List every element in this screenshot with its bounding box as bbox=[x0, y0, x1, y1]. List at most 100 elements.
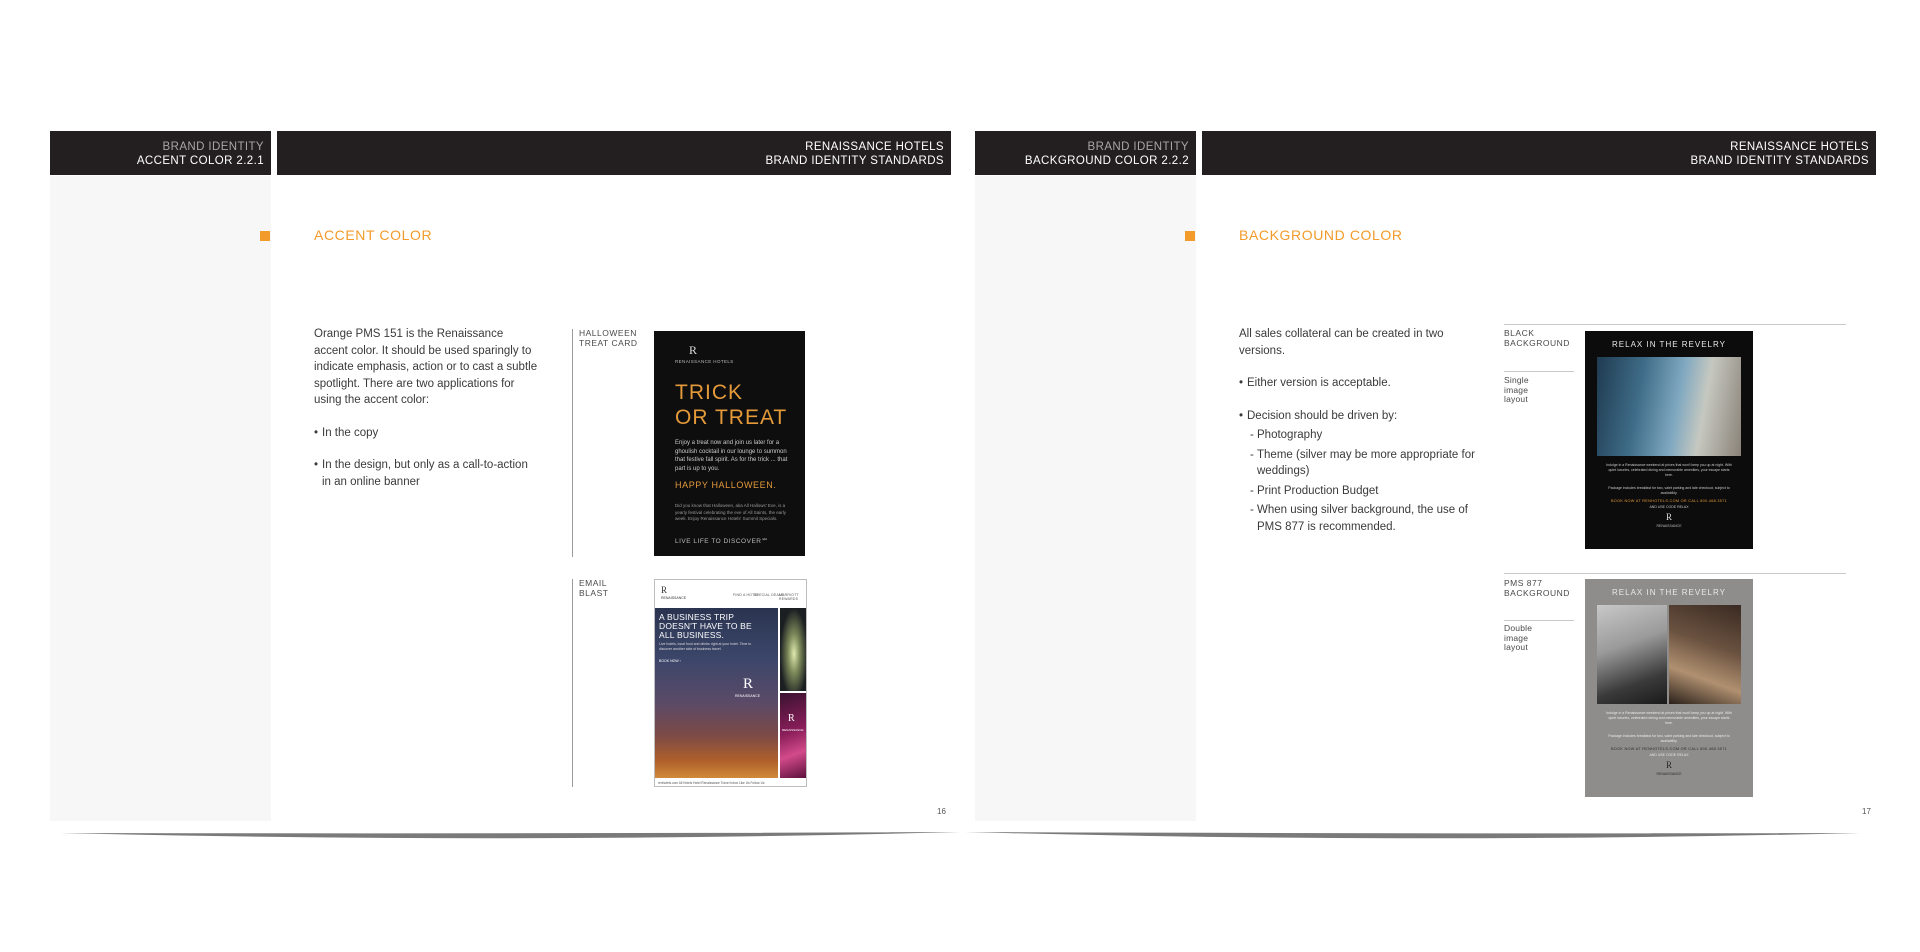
figure-sub-rule bbox=[1504, 620, 1574, 621]
ad-title: RELAX IN THE REVELRY bbox=[1612, 340, 1726, 349]
section-marker-square bbox=[260, 231, 270, 241]
card-title: TRICK OR TREAT bbox=[675, 380, 805, 430]
dash-icon: - bbox=[1250, 484, 1254, 497]
ad-title: RELAX IN THE REVELRY bbox=[1612, 588, 1726, 597]
black-background-ad-image: RELAX IN THE REVELRY Indulge in a Renais… bbox=[1585, 331, 1753, 549]
ad-photo-left bbox=[1597, 605, 1667, 704]
email-header: R RENAISSANCE FIND A HOTEL SPECIAL DEALS… bbox=[655, 580, 806, 608]
page-number: 17 bbox=[1862, 807, 1871, 816]
document-title: BRAND IDENTITY STANDARDS bbox=[765, 155, 944, 167]
sub-list-item: - Photography bbox=[1239, 427, 1479, 444]
left-page-shadow bbox=[60, 832, 960, 839]
ad-booking-line: BOOK NOW AT RENHOTELS.COM OR CALL 800.46… bbox=[1610, 499, 1728, 503]
figure-label-email: EMAIL BLAST bbox=[579, 578, 609, 598]
figure-divider bbox=[572, 579, 573, 787]
sub-list-item-text: When using silver background, the use of… bbox=[1257, 504, 1468, 533]
left-page-section-header: BRAND IDENTITY ACCENT COLOR 2.2.1 bbox=[50, 131, 271, 175]
figure-sublabel-line: layout bbox=[1504, 642, 1528, 652]
figure-label-line: BLAST bbox=[579, 587, 609, 598]
ad-single-photo bbox=[1597, 357, 1741, 456]
email-footer: renhotels.com All Hotels Hotel Renaissan… bbox=[658, 781, 765, 785]
right-page-section-header: BRAND IDENTITY BACKGROUND COLOR 2.2.2 bbox=[975, 131, 1196, 175]
ad-logo-subtitle: RENAISSANCE bbox=[1656, 524, 1682, 528]
logo-subtitle: RENAISSANCE HOTELS bbox=[675, 359, 734, 364]
document-title: BRAND IDENTITY STANDARDS bbox=[1690, 155, 1869, 167]
bullet-icon: • bbox=[314, 459, 319, 471]
card-tagline: LIVE LIFE TO DISCOVER℠ bbox=[675, 538, 769, 545]
dash-icon: - bbox=[1250, 448, 1254, 461]
section-label: BRAND IDENTITY bbox=[1087, 141, 1189, 153]
page-number: 16 bbox=[937, 807, 946, 816]
accent-color-description: Orange PMS 151 is the Renaissance accent… bbox=[314, 326, 539, 490]
bullet-icon: • bbox=[1239, 377, 1244, 389]
card-fine-print: Did you know that Halloween, aka All Hal… bbox=[675, 503, 787, 521]
ad-booking-line: BOOK NOW AT RENHOTELS.COM OR CALL 800.46… bbox=[1610, 747, 1728, 751]
figure-sublabel-double: Double image layout bbox=[1504, 623, 1532, 653]
pms877-background-ad-image: RELAX IN THE REVELRY Indulge in a Renais… bbox=[1585, 579, 1753, 797]
martini-photo bbox=[780, 608, 806, 691]
section-marker-square bbox=[1185, 231, 1195, 241]
figure-label-halloween: HALLOWEEN TREAT CARD bbox=[579, 328, 638, 348]
list-item-text: In the design, but only as a call-to-act… bbox=[322, 459, 528, 488]
intro-paragraph: All sales collateral can be created in t… bbox=[1239, 328, 1444, 357]
figure-divider bbox=[572, 329, 573, 557]
renaissance-logo: R bbox=[675, 343, 805, 358]
figure-sub-rule bbox=[1504, 371, 1574, 372]
list-item: • Either version is acceptable. bbox=[1239, 375, 1479, 392]
ad-body-copy-2: Package includes breakfast for two, vale… bbox=[1608, 486, 1730, 495]
section-number: ACCENT COLOR 2.2.1 bbox=[136, 155, 264, 167]
ad-logo-mark: R bbox=[1665, 760, 1672, 770]
figure-sublabel-line: layout bbox=[1504, 394, 1528, 404]
section-title: BACKGROUND COLOR bbox=[1239, 227, 1403, 243]
list-item-text: Either version is acceptable. bbox=[1247, 377, 1391, 389]
list-item: • In the copy bbox=[314, 425, 539, 442]
card-greeting: HAPPY HALLOWEEN. bbox=[675, 480, 777, 490]
right-page-title-header: RENAISSANCE HOTELS BRAND IDENTITY STANDA… bbox=[1202, 131, 1876, 175]
brand-name: RENAISSANCE HOTELS bbox=[1730, 141, 1869, 153]
email-subtext: Live hotels, local food and drinks right… bbox=[659, 642, 752, 651]
email-cta-button: BOOK NOW › bbox=[659, 659, 681, 663]
ad-body-copy: Indulge in a Renaissance weekend at pric… bbox=[1606, 463, 1732, 477]
email-blast-image: R RENAISSANCE FIND A HOTEL SPECIAL DEALS… bbox=[654, 579, 807, 787]
ad-body-copy: Indulge in a Renaissance weekend at pric… bbox=[1606, 711, 1732, 725]
list-item-text: Decision should be driven by: bbox=[1247, 409, 1398, 422]
right-sidebar-column bbox=[975, 176, 1196, 821]
halloween-treat-card-image: R RENAISSANCE HOTELS TRICK OR TREAT Enjo… bbox=[654, 331, 805, 556]
figure-sublabel-single: Single image layout bbox=[1504, 375, 1529, 405]
intro-paragraph: Orange PMS 151 is the Renaissance accent… bbox=[314, 328, 538, 406]
page-shadow bbox=[60, 832, 1860, 839]
hero-logo-subtitle: RENAISSANCE bbox=[735, 694, 761, 698]
figure-top-rule bbox=[1504, 573, 1846, 574]
title-line: OR TREAT bbox=[675, 406, 788, 429]
sub-list-item: - Print Production Budget bbox=[1239, 483, 1479, 500]
figure-top-rule bbox=[1504, 324, 1846, 325]
figure-label-black-background: BLACK BACKGROUND bbox=[1504, 328, 1570, 348]
ad-booking-code: AND USE CODE RELAX bbox=[1649, 753, 1689, 757]
logo-subtitle: RENAISSANCE bbox=[661, 596, 687, 600]
headline-line: ALL BUSINESS. bbox=[659, 630, 725, 640]
right-page: BRAND IDENTITY BACKGROUND COLOR 2.2.2 RE… bbox=[975, 131, 1876, 821]
pink-logo-subtitle: RENAISSANCE bbox=[782, 728, 804, 732]
email-hero-image: A BUSINESS TRIP DOESN'T HAVE TO BE ALL B… bbox=[655, 608, 778, 778]
ad-logo-subtitle: RENAISSANCE bbox=[1656, 772, 1682, 776]
bullet-icon: • bbox=[314, 426, 319, 439]
figure-label-line: TREAT CARD bbox=[579, 337, 638, 348]
sub-list-item: - Theme (silver may be more appropriate f… bbox=[1239, 447, 1479, 480]
figure-label-line: BACKGROUND bbox=[1504, 337, 1570, 348]
ad-photo-right bbox=[1669, 605, 1741, 704]
left-page-title-header: RENAISSANCE HOTELS BRAND IDENTITY STANDA… bbox=[277, 131, 951, 175]
section-number: BACKGROUND COLOR 2.2.2 bbox=[1024, 155, 1189, 167]
sub-list-item-text: Theme (silver may be more appropriate fo… bbox=[1257, 448, 1475, 478]
figure-label-line: BACKGROUND bbox=[1504, 587, 1570, 598]
bullet-icon: • bbox=[1239, 409, 1244, 422]
ad-body-copy-2: Package includes breakfast for two, vale… bbox=[1608, 734, 1730, 743]
ad-logo-mark: R bbox=[1665, 512, 1672, 522]
pink-logo-mark: R bbox=[788, 713, 795, 724]
sub-list-item-text: Photography bbox=[1257, 429, 1323, 441]
dash-icon: - bbox=[1250, 504, 1254, 516]
logo-mark: R bbox=[689, 343, 698, 357]
hero-logo-mark: R bbox=[743, 676, 754, 692]
left-page: BRAND IDENTITY ACCENT COLOR 2.2.1 RENAIS… bbox=[50, 131, 951, 821]
renaissance-logo: R RENAISSANCE bbox=[661, 586, 686, 602]
brand-name: RENAISSANCE HOTELS bbox=[805, 141, 944, 153]
